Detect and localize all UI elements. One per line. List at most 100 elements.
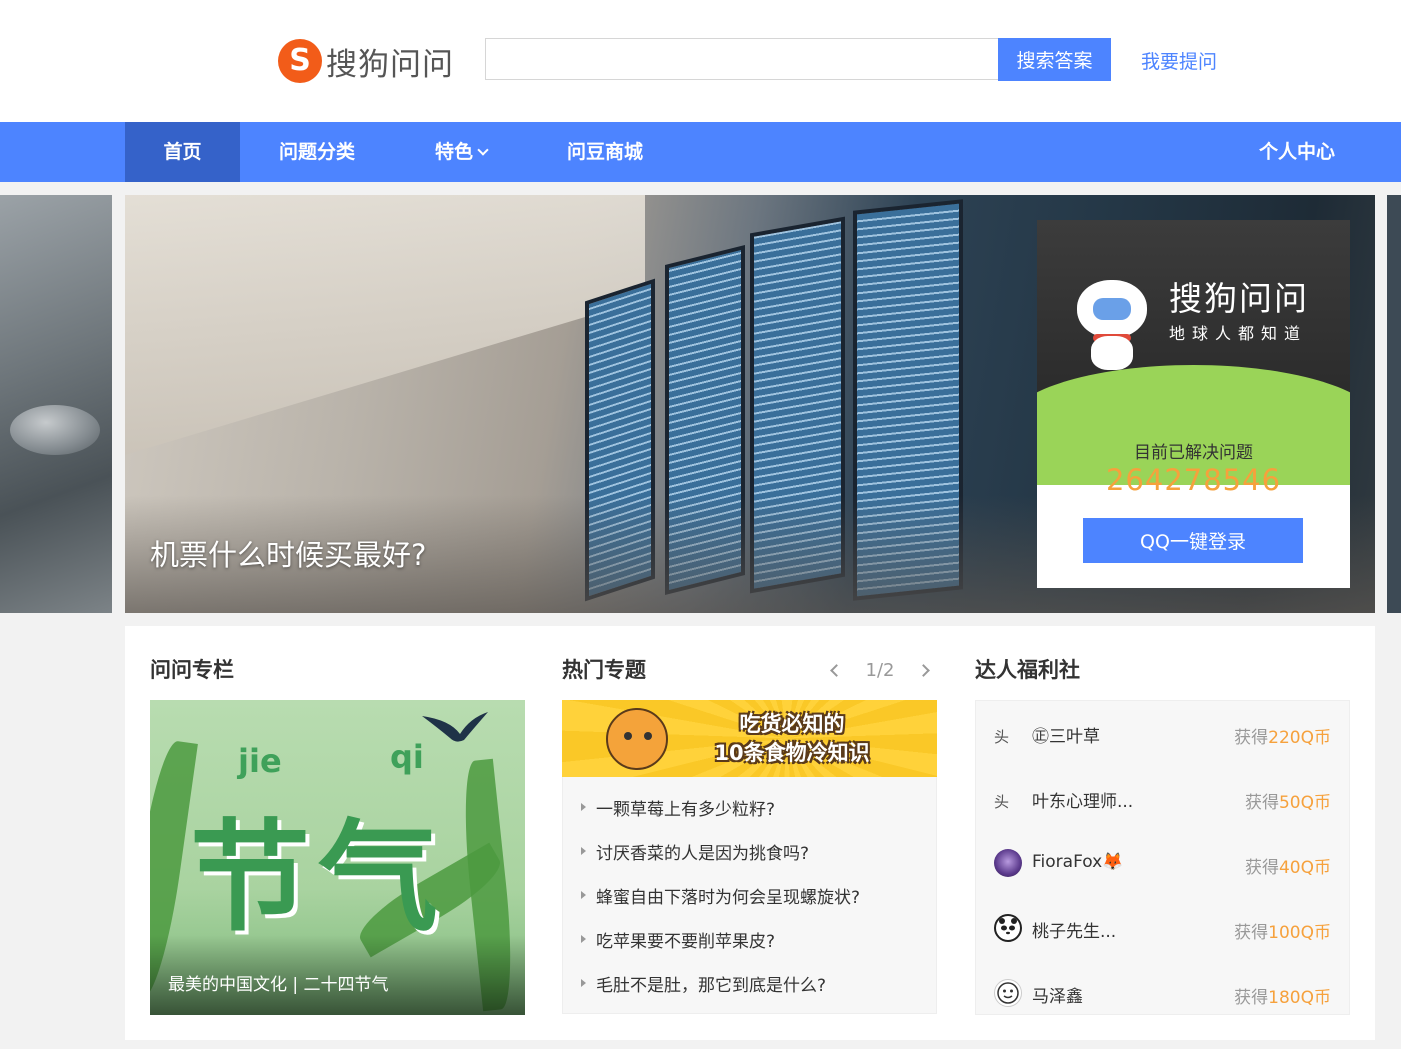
logo-text: 搜狗问问 <box>326 46 454 83</box>
list-item[interactable]: 一颗草莓上有多少粒籽? <box>581 785 936 829</box>
topic-text: 讨厌香菜的人是因为挑食吗? <box>596 843 810 864</box>
nav-item-label: 个人中心 <box>1258 141 1335 163</box>
list-item[interactable]: 吃苹果要不要削苹果皮? <box>581 917 936 961</box>
avatar-alt-text: 头 <box>994 793 1010 811</box>
search-answer-button[interactable]: 搜索答案 <box>998 38 1111 81</box>
ask-question-link[interactable]: 我要提问 <box>1141 47 1217 74</box>
banner-line-1: 吃货必知的 <box>739 712 845 736</box>
hot-topic-banner-text: 吃货必知的 10条食物冷知识 <box>692 710 892 768</box>
bullet-triangle-icon <box>581 847 586 855</box>
banner-line-2: 10条食物冷知识 <box>714 741 870 765</box>
banner-caption[interactable]: 机票什么时候买最好? <box>150 532 426 574</box>
raindrop-image <box>10 405 100 455</box>
nav-item-label: 问豆商城 <box>566 141 643 163</box>
nav-item-user-center[interactable]: 个人中心 <box>1240 122 1354 182</box>
user-name: ㊣三叶草 <box>1032 727 1100 747</box>
nav-item-label: 问题分类 <box>278 141 355 163</box>
hot-topics-pager: 1/2 <box>830 658 930 682</box>
bullet-triangle-icon <box>581 935 586 943</box>
list-item[interactable]: 毛肚不是肚，那它到底是什么? <box>581 961 936 1005</box>
welfare-row[interactable]: 头 ㊣三叶草 获得220Q币 <box>976 713 1349 753</box>
reward-amount: 180 <box>1268 988 1301 1008</box>
reward-text: 获得220Q币 <box>1234 723 1331 748</box>
swallow-icon <box>422 712 488 742</box>
nav-item-categories[interactable]: 问题分类 <box>258 122 376 182</box>
nav-item-label: 特色 <box>434 141 473 163</box>
chevron-right-icon[interactable] <box>917 663 930 677</box>
reward-amount: 220 <box>1268 728 1301 748</box>
sogou-wenwen-logo[interactable]: S 搜狗问问 <box>278 38 458 84</box>
reward-amount: 50 <box>1278 793 1301 813</box>
nav-item-label: 首页 <box>163 141 202 163</box>
page-indicator: 1/2 <box>865 659 895 681</box>
zhuanlan-card[interactable]: jie qi 节气 最美的中国文化 | 二十四节气 <box>150 700 525 1015</box>
solved-count: 264278546 <box>1105 463 1282 497</box>
topic-text: 一颗草莓上有多少粒籽? <box>596 799 776 820</box>
reward-suffix: Q币 <box>1300 858 1331 878</box>
login-card-header: 搜狗问问 地球人都知道 <box>1037 220 1350 485</box>
list-item[interactable]: 蜂蜜自由下落时为何会呈现螺旋状? <box>581 873 936 917</box>
reward-suffix: Q币 <box>1300 988 1331 1008</box>
solved-label: 目前已解决问题 <box>1134 443 1253 463</box>
user-name: 叶东心理师... <box>1032 792 1134 812</box>
logo-mark-letter: S <box>289 43 311 78</box>
jieqi-big-text: 节气 <box>190 809 446 948</box>
reward-amount: 40 <box>1278 858 1301 878</box>
column-title-zhuanlan[interactable]: 问问专栏 <box>150 654 234 684</box>
reward-prefix: 获得 <box>1234 923 1269 943</box>
column-title-hot-topics[interactable]: 热门专题 <box>562 654 646 684</box>
reward-prefix: 获得 <box>1244 793 1279 813</box>
carousel-prev-slide[interactable] <box>0 195 112 613</box>
topic-text: 毛肚不是肚，那它到底是什么? <box>596 975 827 996</box>
pinyin-jie: jie <box>238 742 282 780</box>
reward-text: 获得50Q币 <box>1245 788 1331 813</box>
user-name: 马泽鑫 <box>1032 987 1083 1007</box>
chevron-down-icon <box>477 144 489 156</box>
nav-item-bean-mall[interactable]: 问豆商城 <box>548 122 662 182</box>
reward-suffix: Q币 <box>1300 793 1331 813</box>
bullet-triangle-icon <box>581 979 586 987</box>
hot-topic-banner[interactable]: 吃货必知的 10条食物冷知识 <box>562 700 937 777</box>
avatar <box>994 849 1022 877</box>
brand-title: 搜狗问问 <box>1169 279 1309 318</box>
column-title-welfare[interactable]: 达人福利社 <box>975 654 1080 684</box>
welfare-row[interactable]: FioraFox🦊 获得40Q币 <box>976 843 1349 883</box>
search-input[interactable] <box>485 38 999 80</box>
carousel-next-slide[interactable] <box>1387 195 1401 613</box>
avatar <box>994 914 1022 942</box>
hot-topic-list: 一颗草莓上有多少粒籽? 讨厌香菜的人是因为挑食吗? 蜂蜜自由下落时为何会呈现螺旋… <box>562 777 937 1014</box>
mascot-icon <box>1077 280 1147 370</box>
reward-text: 获得100Q币 <box>1234 918 1331 943</box>
user-name: 桃子先生... <box>1032 922 1117 942</box>
login-card: 搜狗问问 地球人都知道 目前已解决问题 264278546 QQ一键登录 <box>1037 220 1350 588</box>
avatar <box>994 979 1022 1007</box>
nav-item-home[interactable]: 首页 <box>125 122 240 182</box>
topic-text: 吃苹果要不要削苹果皮? <box>596 931 776 952</box>
avatar: 头 <box>994 719 1022 747</box>
avatar-alt-text: 头 <box>994 728 1010 746</box>
sogou-logo-icon: S <box>278 39 322 83</box>
main-nav: 首页 问题分类 特色 问豆商城 个人中心 <box>0 122 1401 182</box>
welfare-list: 头 ㊣三叶草 获得220Q币 头 叶东心理师... 获得50Q币 FioraFo… <box>975 700 1350 1015</box>
banner-ceiling-decor <box>125 195 645 455</box>
header: S 搜狗问问 搜索答案 我要提问 <box>0 0 1401 122</box>
chevron-left-icon[interactable] <box>830 663 843 677</box>
zhuanlan-card-caption: 最美的中国文化 | 二十四节气 <box>168 975 389 995</box>
reward-amount: 100 <box>1268 923 1301 943</box>
avatar: 头 <box>994 784 1022 812</box>
nav-item-features[interactable]: 特色 <box>416 122 506 182</box>
cat-mascot-icon <box>606 708 668 770</box>
welfare-row[interactable]: 头 叶东心理师... 获得50Q币 <box>976 778 1349 818</box>
reward-suffix: Q币 <box>1300 728 1331 748</box>
user-name: FioraFox🦊 <box>1032 852 1124 872</box>
reward-suffix: Q币 <box>1300 923 1331 943</box>
qq-login-button[interactable]: QQ一键登录 <box>1083 518 1303 563</box>
topic-text: 蜂蜜自由下落时为何会呈现螺旋状? <box>596 887 861 908</box>
welfare-row[interactable]: 桃子先生... 获得100Q币 <box>976 908 1349 948</box>
reward-prefix: 获得 <box>1234 728 1269 748</box>
brand-slogan: 地球人都知道 <box>1169 324 1308 343</box>
list-item[interactable]: 讨厌香菜的人是因为挑食吗? <box>581 829 936 873</box>
cartoon-face-icon <box>997 982 1019 1004</box>
reward-prefix: 获得 <box>1234 988 1269 1008</box>
welfare-row[interactable]: 马泽鑫 获得180Q币 <box>976 973 1349 1013</box>
